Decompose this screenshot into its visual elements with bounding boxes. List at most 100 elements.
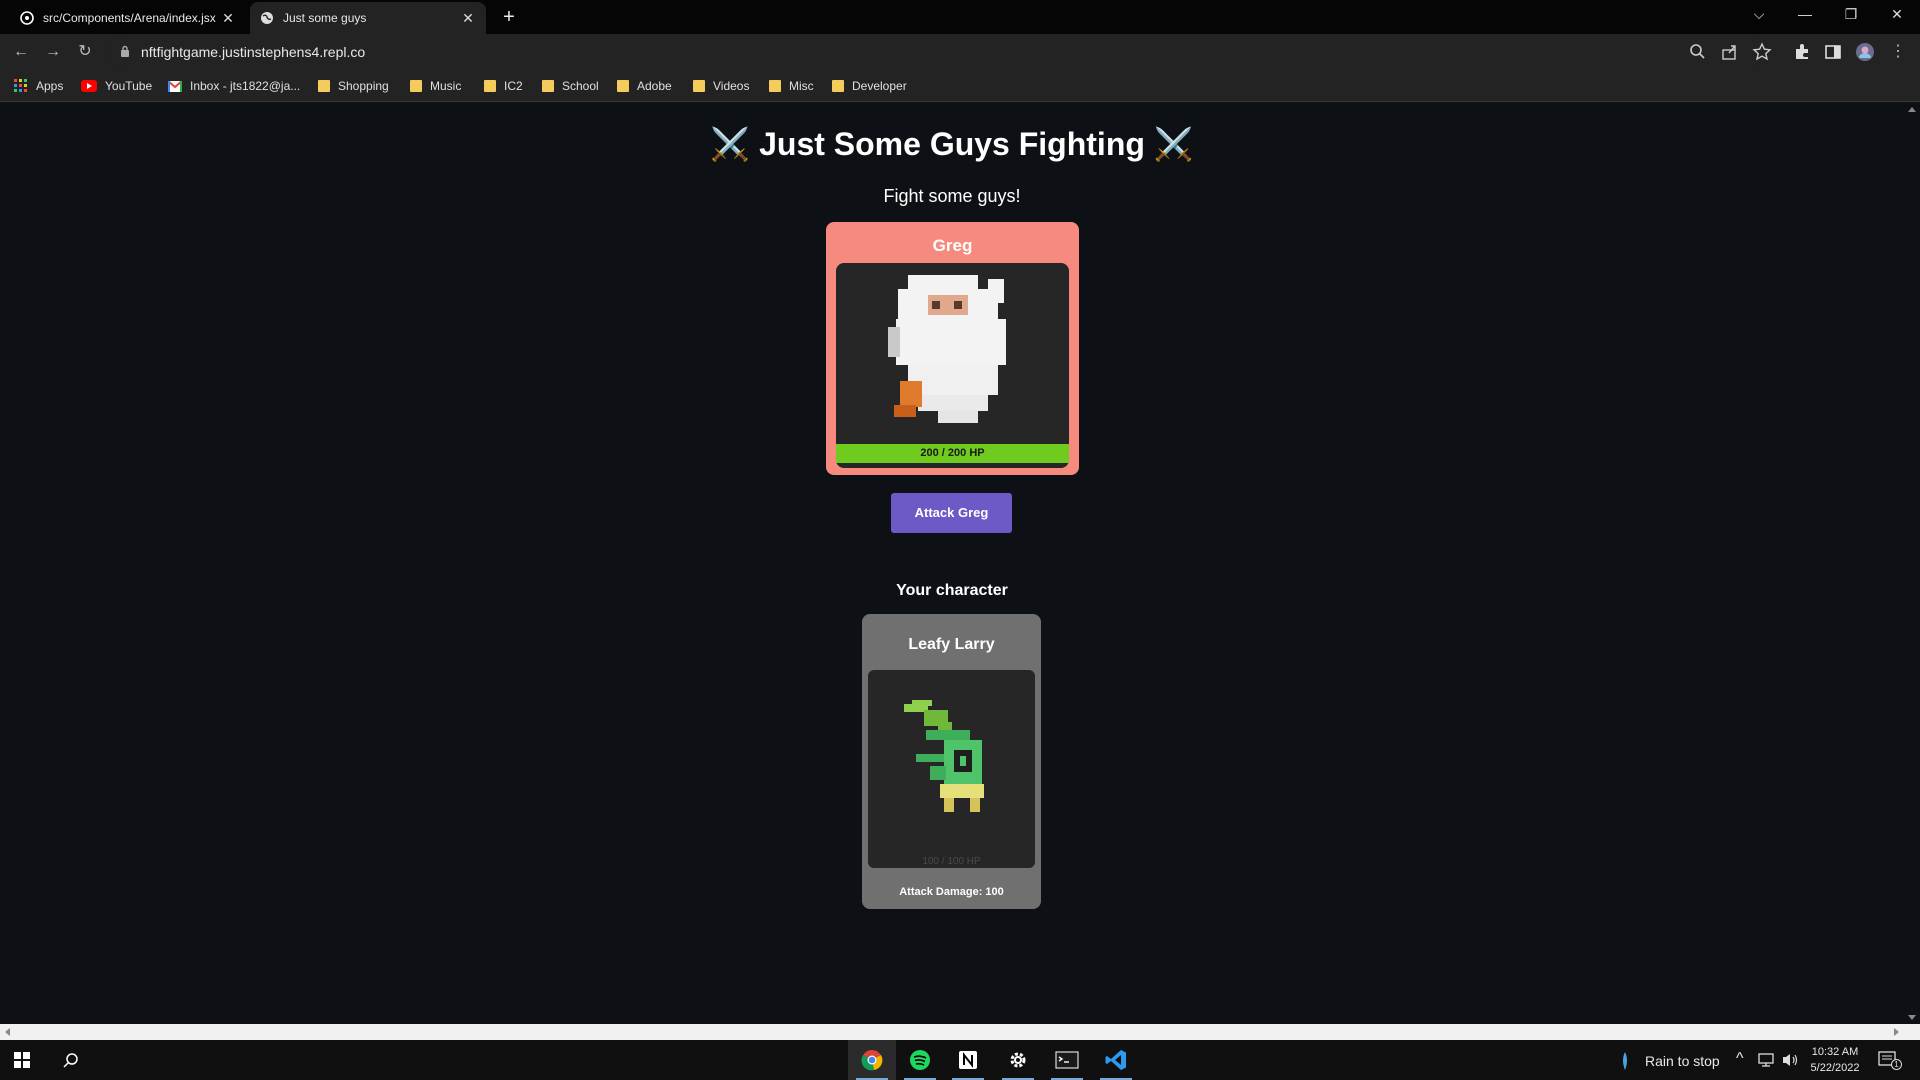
player-health-text: 100 / 100 HP xyxy=(922,856,981,867)
folder-icon xyxy=(318,80,330,92)
tab-title: Just some guys xyxy=(283,11,367,25)
bookmark-adobe[interactable]: Adobe xyxy=(617,77,672,95)
bookmark-label: Developer xyxy=(852,79,907,93)
show-hidden-icons[interactable]: ^ xyxy=(1736,1050,1744,1068)
vertical-scrollbar[interactable] xyxy=(1904,103,1920,1024)
folder-icon xyxy=(693,80,705,92)
boss-health-text: 200 / 200 HP xyxy=(920,447,985,459)
bookmark-label: Videos xyxy=(713,79,750,93)
boss-sprite xyxy=(888,275,1006,423)
folder-icon xyxy=(769,80,781,92)
taskbar-settings[interactable] xyxy=(994,1040,1042,1080)
bookmark-label: Inbox - jts1822@ja... xyxy=(190,79,301,93)
browser-toolbar: ← → ↻ nftfightgame.justinstephens4.repl.… xyxy=(0,34,1920,70)
forward-button[interactable]: → xyxy=(41,40,65,64)
tab-arena-source[interactable]: src/Components/Arena/index.jsx ✕ xyxy=(10,2,246,34)
attack-button[interactable]: Attack Greg xyxy=(891,493,1012,533)
bookmark-label: IC2 xyxy=(504,79,523,93)
extensions-icon[interactable] xyxy=(1792,42,1812,62)
url-text: nftfightgame.justinstephens4.repl.co xyxy=(141,44,366,60)
zoom-icon[interactable] xyxy=(1688,42,1708,62)
bookmark-ic2[interactable]: IC2 xyxy=(484,77,523,95)
vscode-icon xyxy=(1105,1050,1126,1070)
page-viewport: ⚔️ Just Some Guys Fighting ⚔️ Fight some… xyxy=(0,103,1904,1024)
folder-icon xyxy=(484,80,496,92)
reload-button[interactable]: ↻ xyxy=(73,40,97,64)
taskbar-chrome[interactable] xyxy=(848,1040,896,1080)
clock-time: 10:32 AM xyxy=(1811,1046,1859,1058)
youtube-icon xyxy=(81,80,97,92)
bookmark-videos[interactable]: Videos xyxy=(693,77,749,95)
bookmark-label: Shopping xyxy=(338,79,389,93)
player-attack-damage: Attack Damage: 100 xyxy=(899,886,1004,898)
bookmark-music[interactable]: Music xyxy=(410,77,461,95)
player-image: 100 / 100 HP xyxy=(868,670,1035,868)
network-icon[interactable] xyxy=(1757,1053,1775,1067)
bookmark-school[interactable]: School xyxy=(542,77,599,95)
close-tab-icon[interactable]: ✕ xyxy=(460,10,476,27)
bookmark-inbox[interactable]: Inbox - jts1822@ja... xyxy=(168,77,300,95)
bookmark-shopping[interactable]: Shopping xyxy=(318,77,389,95)
player-sprite xyxy=(904,700,984,812)
tab-search-icon[interactable]: ⌵ xyxy=(1736,0,1782,30)
bookmark-star-icon[interactable] xyxy=(1752,42,1772,62)
gmail-icon xyxy=(168,80,182,92)
clock[interactable]: 10:32 AM 5/22/2022 xyxy=(1806,1044,1864,1076)
bookmark-youtube[interactable]: YouTube xyxy=(81,77,152,95)
back-button[interactable]: ← xyxy=(9,40,33,64)
search-icon[interactable] xyxy=(62,1051,80,1069)
notification-center[interactable]: 1 xyxy=(1878,1050,1902,1070)
page-title: ⚔️ Just Some Guys Fighting ⚔️ xyxy=(710,126,1194,162)
bookmark-label: Apps xyxy=(36,79,64,93)
replit-icon xyxy=(20,11,34,25)
player-card: Leafy Larry 100 / 100 HP Attack Damage: … xyxy=(862,614,1041,909)
horizontal-scrollbar[interactable] xyxy=(0,1024,1920,1040)
weather-rain-icon xyxy=(1623,1052,1627,1070)
bookmark-misc[interactable]: Misc xyxy=(769,77,814,95)
bookmark-apps[interactable]: Apps xyxy=(14,77,63,95)
taskbar-vscode[interactable] xyxy=(1092,1040,1140,1080)
share-icon[interactable] xyxy=(1720,42,1740,62)
lock-icon xyxy=(121,45,129,57)
new-tab-button[interactable]: + xyxy=(497,4,521,30)
boss-health-bar: 200 / 200 HP xyxy=(836,444,1069,463)
tab-just-some-guys[interactable]: Just some guys ✕ xyxy=(250,2,486,34)
windows-start-icon[interactable] xyxy=(14,1052,30,1068)
taskbar-spotify[interactable] xyxy=(896,1040,944,1080)
close-window-button[interactable]: ✕ xyxy=(1874,0,1920,30)
apps-grid-icon xyxy=(14,79,27,92)
folder-icon xyxy=(617,80,629,92)
volume-icon[interactable] xyxy=(1781,1052,1799,1068)
settings-icon xyxy=(1010,1052,1026,1068)
taskbar-terminal[interactable] xyxy=(1043,1040,1091,1080)
restore-button[interactable]: ❐ xyxy=(1828,0,1874,30)
boss-name: Greg xyxy=(932,236,973,255)
bookmark-label: School xyxy=(562,79,599,93)
clock-date: 5/22/2022 xyxy=(1810,1062,1860,1074)
weather-text[interactable]: Rain to stop xyxy=(1645,1053,1720,1069)
folder-icon xyxy=(832,80,844,92)
bookmark-developer[interactable]: Developer xyxy=(832,77,907,95)
close-tab-icon[interactable]: ✕ xyxy=(220,10,236,27)
player-name: Leafy Larry xyxy=(908,636,995,653)
taskbar-notion[interactable] xyxy=(944,1040,992,1080)
terminal-icon xyxy=(1055,1051,1079,1069)
folder-icon xyxy=(410,80,422,92)
globe-icon xyxy=(261,12,273,24)
address-bar[interactable]: nftfightgame.justinstephens4.repl.co xyxy=(108,37,1768,67)
side-panel-icon[interactable] xyxy=(1823,42,1843,62)
boss-image xyxy=(836,263,1069,468)
bookmark-label: YouTube xyxy=(105,79,153,93)
tab-title: src/Components/Arena/index.jsx xyxy=(43,11,216,25)
menu-kebab-icon[interactable]: ⋮ xyxy=(1886,40,1910,64)
notion-icon xyxy=(959,1051,977,1069)
chrome-icon xyxy=(861,1050,883,1071)
bookmark-label: Misc xyxy=(789,79,814,93)
tab-strip: src/Components/Arena/index.jsx ✕ Just so… xyxy=(0,0,1920,34)
minimize-button[interactable]: — xyxy=(1782,0,1828,30)
boss-card: Greg 200 / 200 HP xyxy=(826,222,1079,475)
page-subtitle: Fight some guys! xyxy=(883,186,1021,206)
profile-avatar[interactable] xyxy=(1855,42,1875,62)
windows-taskbar: Rain to stop ^ 10:32 AM 5/22/2022 1 xyxy=(0,1040,1920,1080)
bookmark-label: Adobe xyxy=(637,79,672,93)
